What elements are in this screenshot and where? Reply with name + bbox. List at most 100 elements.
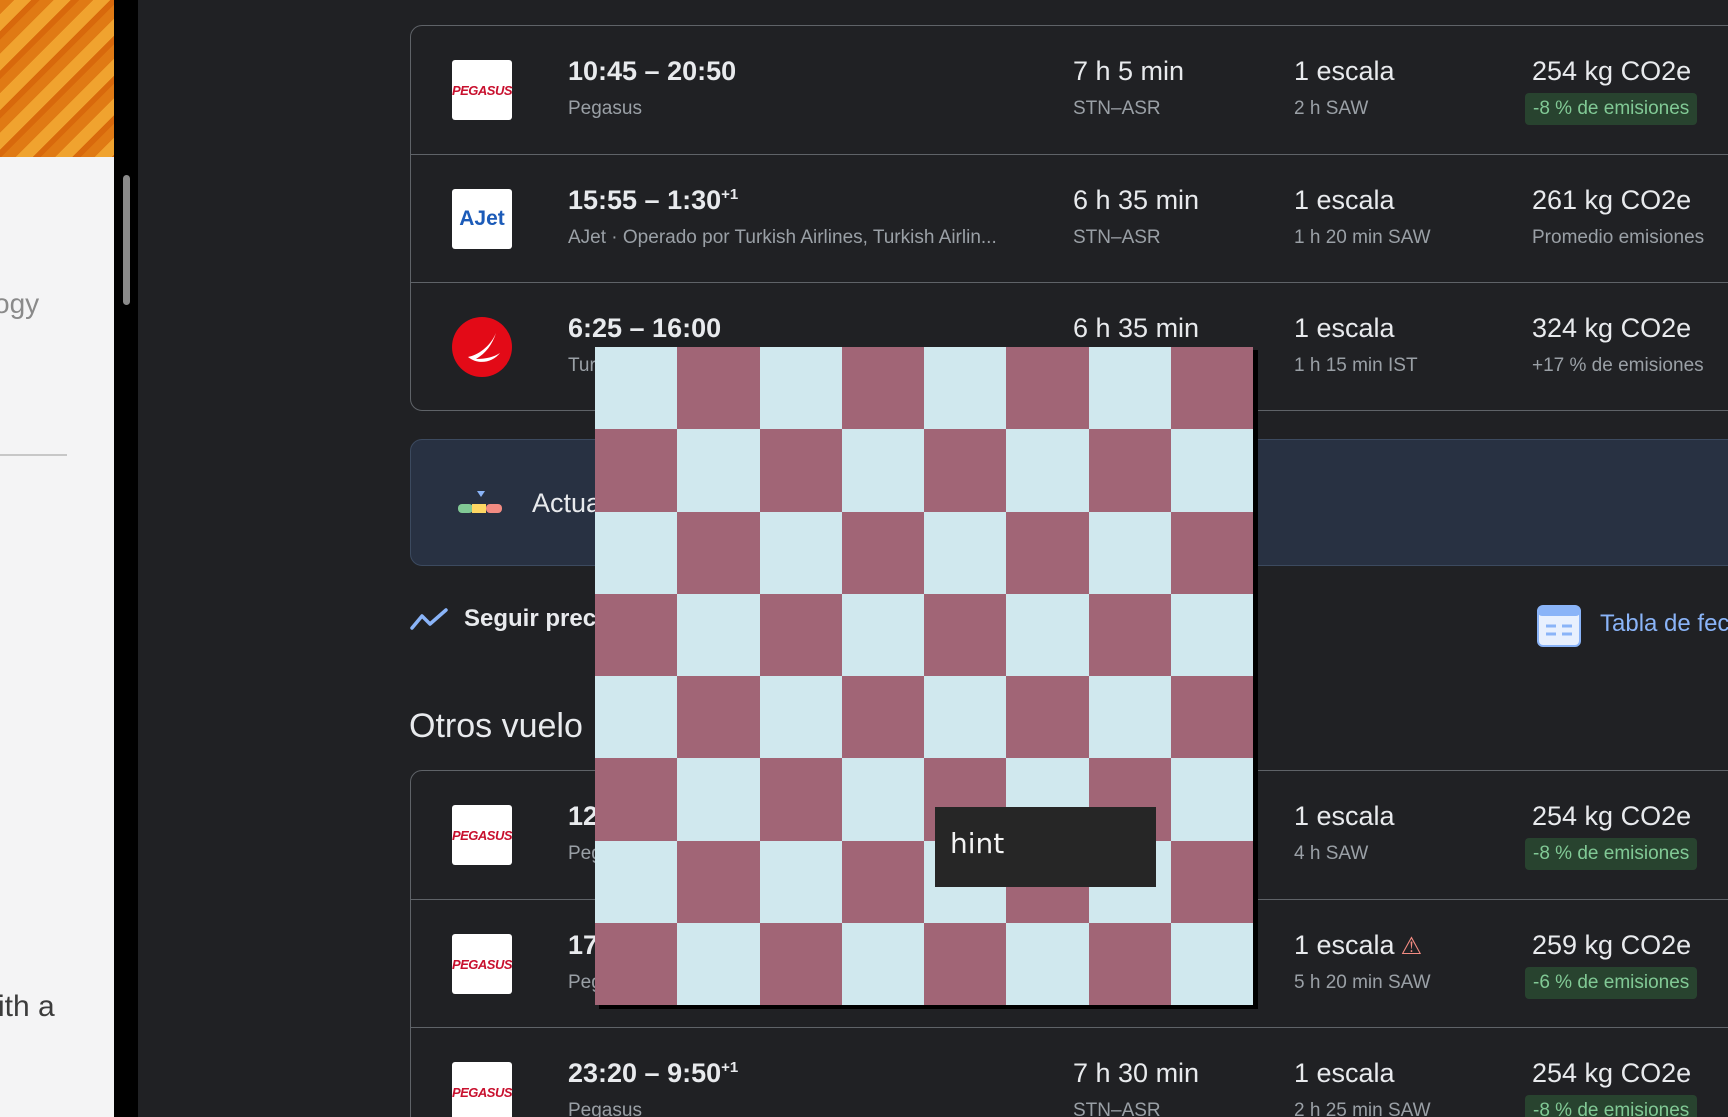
board-square[interactable] bbox=[595, 922, 678, 1005]
board-square[interactable] bbox=[1170, 758, 1253, 841]
board-square[interactable] bbox=[924, 429, 1007, 512]
banner-text: Actua bbox=[532, 488, 602, 518]
turkish-airlines-logo bbox=[452, 317, 512, 377]
flight-stops: 1 escala bbox=[1294, 1058, 1395, 1088]
board-square[interactable] bbox=[1088, 676, 1171, 759]
board-square[interactable] bbox=[1088, 511, 1171, 594]
track-prices-toggle[interactable]: Seguir prec bbox=[410, 605, 596, 633]
board-square[interactable] bbox=[1006, 347, 1089, 430]
board-square[interactable] bbox=[677, 511, 760, 594]
flight-stops: 1 escala bbox=[1294, 185, 1395, 215]
board-square[interactable] bbox=[677, 676, 760, 759]
board-square[interactable] bbox=[759, 922, 842, 1005]
pegasus-logo: PEGASUS bbox=[452, 805, 513, 865]
track-prices-label: Seguir prec bbox=[464, 605, 597, 632]
board-square[interactable] bbox=[759, 676, 842, 759]
board-square[interactable] bbox=[841, 429, 924, 512]
board-square[interactable] bbox=[924, 511, 1007, 594]
board-square[interactable] bbox=[595, 511, 678, 594]
board-square[interactable] bbox=[1006, 593, 1089, 676]
flight-times: 10:45 – 20:50 bbox=[568, 56, 737, 86]
board-square[interactable] bbox=[677, 840, 760, 923]
airline-name: Pegasus bbox=[568, 98, 642, 119]
warning-icon: ⚠ bbox=[1400, 933, 1423, 960]
emissions-badge: -8 % de emisiones bbox=[1525, 838, 1698, 870]
emissions-badge: -8 % de emisiones bbox=[1525, 93, 1698, 125]
left-panel-text: ith a bbox=[0, 990, 55, 1023]
co2-value: 254 kg CO2e bbox=[1532, 56, 1692, 86]
pegasus-logo: PEGASUS bbox=[452, 934, 513, 994]
board-square[interactable] bbox=[841, 676, 924, 759]
board-square[interactable] bbox=[1088, 593, 1171, 676]
hint-button[interactable]: hint bbox=[935, 807, 1156, 887]
board-square[interactable] bbox=[1170, 511, 1253, 594]
board-square[interactable] bbox=[1088, 922, 1171, 1005]
board-square[interactable] bbox=[1088, 429, 1171, 512]
board-square[interactable] bbox=[841, 758, 924, 841]
board-square[interactable] bbox=[1006, 511, 1089, 594]
board-square[interactable] bbox=[924, 922, 1007, 1005]
layover-info: 2 h 25 min SAW bbox=[1294, 1100, 1431, 1117]
price-range-icon bbox=[458, 491, 502, 513]
board-square[interactable] bbox=[841, 511, 924, 594]
flight-stops: 1 escala bbox=[1294, 801, 1395, 831]
flight-row[interactable]: AJet 15:55 – 1:30+1 AJet · Operado por T… bbox=[411, 154, 1728, 282]
trend-line-icon bbox=[410, 608, 448, 630]
pegasus-logo: PEGASUS bbox=[452, 1062, 513, 1117]
board-square[interactable] bbox=[841, 840, 924, 923]
board-square[interactable] bbox=[1006, 429, 1089, 512]
board-square[interactable] bbox=[1088, 347, 1171, 430]
board-square[interactable] bbox=[677, 922, 760, 1005]
flight-row[interactable]: PEGASUS 23:20 – 9:50+1 Pegasus 7 h 30 mi… bbox=[411, 1027, 1728, 1117]
board-square[interactable] bbox=[1170, 840, 1253, 923]
flight-stops: 1 escala bbox=[1294, 313, 1395, 343]
layover-info: 2 h SAW bbox=[1294, 98, 1369, 119]
co2-value: 254 kg CO2e bbox=[1532, 1058, 1692, 1088]
board-square[interactable] bbox=[1170, 676, 1253, 759]
flight-duration: 6 h 35 min bbox=[1073, 313, 1200, 343]
board-square[interactable] bbox=[1170, 347, 1253, 430]
board-square[interactable] bbox=[841, 347, 924, 430]
board-square[interactable] bbox=[924, 676, 1007, 759]
window-divider bbox=[114, 0, 138, 1117]
board-square[interactable] bbox=[924, 593, 1007, 676]
board-square[interactable] bbox=[1006, 676, 1089, 759]
date-table-link[interactable]: Tabla de fec bbox=[1536, 600, 1728, 648]
airline-name: AJet · Operado por Turkish Airlines, Tur… bbox=[568, 227, 997, 248]
board-square[interactable] bbox=[1006, 922, 1089, 1005]
board-square[interactable] bbox=[595, 758, 678, 841]
board-square[interactable] bbox=[759, 511, 842, 594]
board-square[interactable] bbox=[677, 758, 760, 841]
board-square[interactable] bbox=[841, 922, 924, 1005]
board-square[interactable] bbox=[677, 593, 760, 676]
airline-name: Pegasus bbox=[568, 1100, 642, 1117]
board-square[interactable] bbox=[595, 676, 678, 759]
flight-stops: 1 escala bbox=[1294, 56, 1395, 86]
board-square[interactable] bbox=[759, 429, 842, 512]
board-square[interactable] bbox=[595, 347, 678, 430]
board-square[interactable] bbox=[1170, 593, 1253, 676]
pegasus-logo: PEGASUS bbox=[452, 60, 513, 120]
flight-row[interactable]: PEGASUS 10:45 – 20:50 Pegasus 7 h 5 min … bbox=[411, 26, 1728, 154]
flight-stops: 1 escala ⚠ bbox=[1294, 930, 1423, 960]
board-square[interactable] bbox=[841, 593, 924, 676]
board-square[interactable] bbox=[1170, 429, 1253, 512]
board-square[interactable] bbox=[595, 840, 678, 923]
checkerboard[interactable] bbox=[595, 347, 1253, 1005]
board-square[interactable] bbox=[759, 840, 842, 923]
board-square[interactable] bbox=[1170, 922, 1253, 1005]
board-square[interactable] bbox=[759, 758, 842, 841]
thumbnail-image bbox=[0, 0, 114, 157]
flight-duration: 6 h 35 min bbox=[1073, 185, 1200, 215]
emissions-label: Promedio emisiones bbox=[1532, 227, 1705, 248]
board-square[interactable] bbox=[759, 593, 842, 676]
board-square[interactable] bbox=[924, 347, 1007, 430]
left-panel: ogy ith a bbox=[0, 0, 114, 1117]
scrollbar-thumb[interactable] bbox=[123, 175, 130, 305]
board-square[interactable] bbox=[677, 347, 760, 430]
board-square[interactable] bbox=[595, 429, 678, 512]
board-square[interactable] bbox=[759, 347, 842, 430]
board-square[interactable] bbox=[677, 429, 760, 512]
board-square[interactable] bbox=[595, 593, 678, 676]
left-panel-text: ogy bbox=[0, 288, 40, 319]
